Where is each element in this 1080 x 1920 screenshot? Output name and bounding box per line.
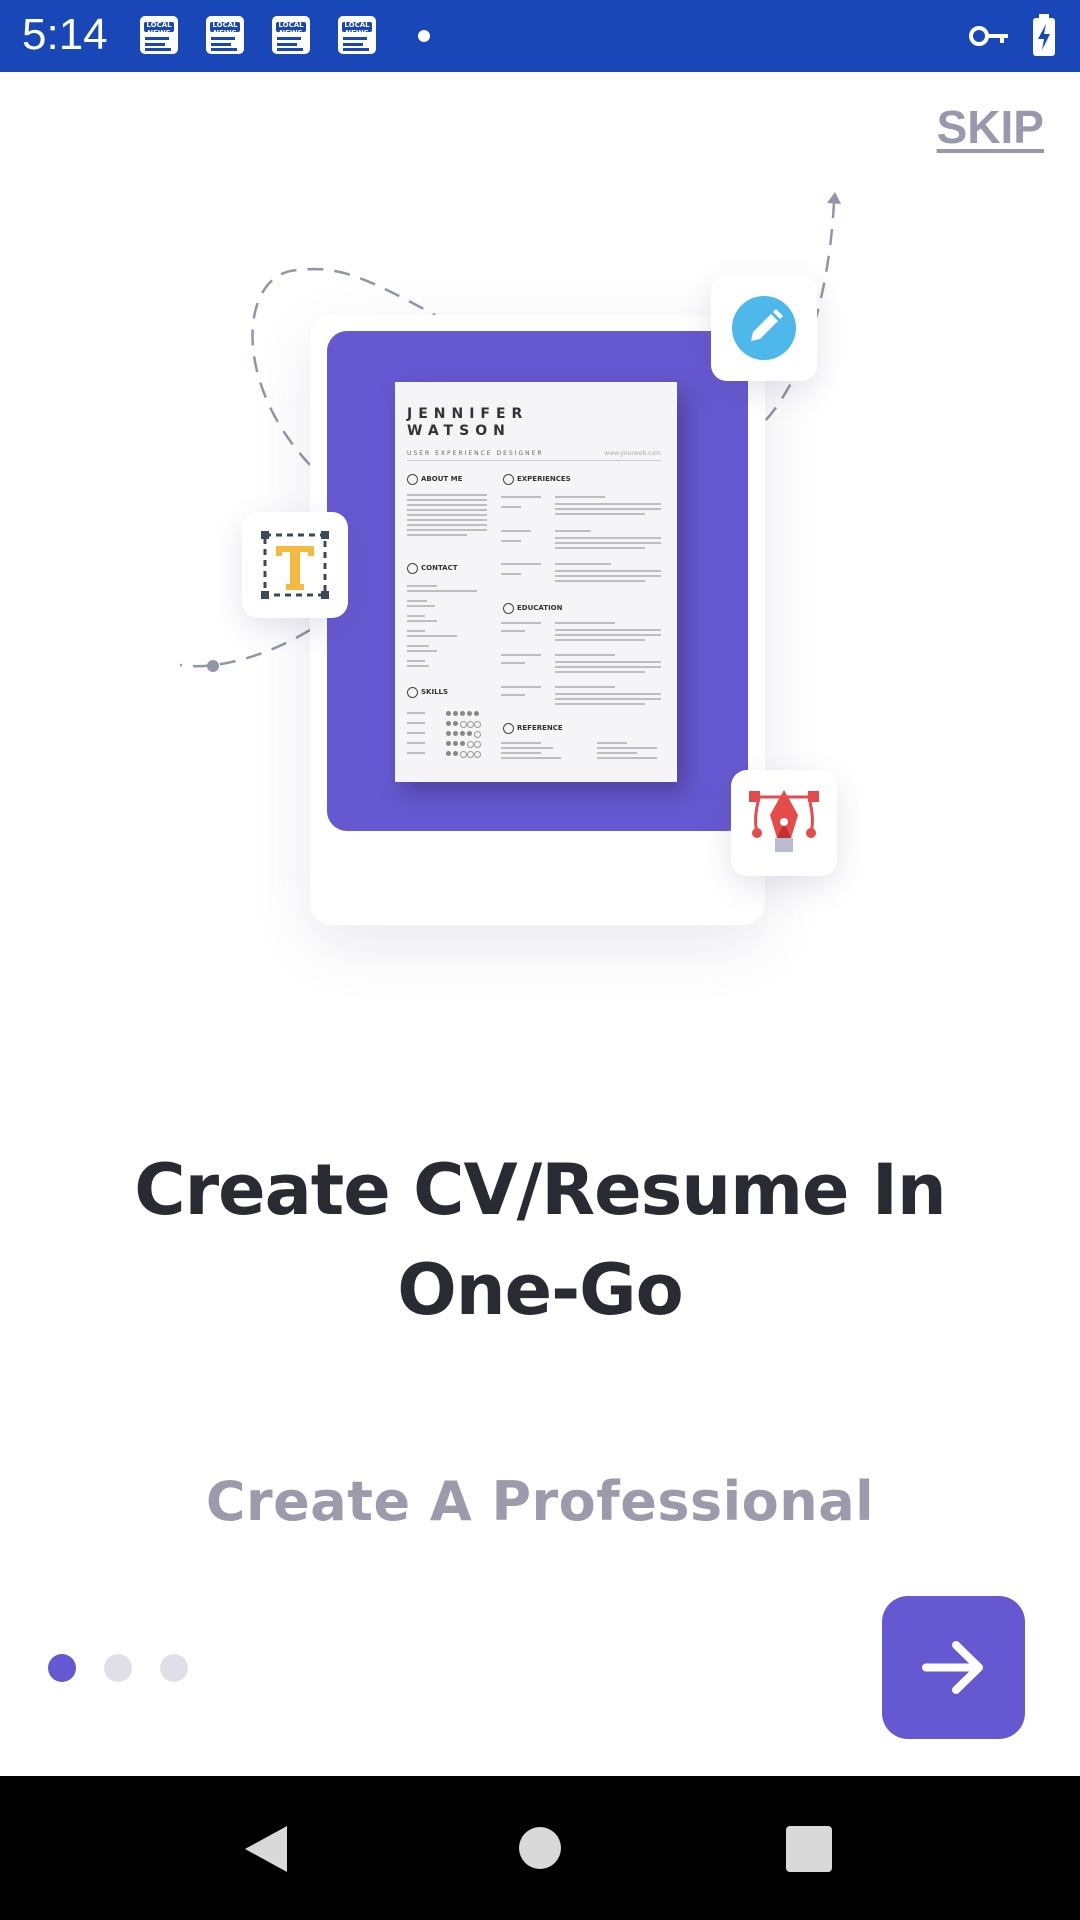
local-news-label: LOCAL NEWS [344, 21, 370, 37]
pen-tool-icon [749, 790, 819, 852]
local-news-label: LOCAL NEWS [146, 21, 172, 37]
arrow-right-icon [922, 1641, 983, 1694]
more-notifications-dot [418, 30, 430, 42]
skip-button[interactable]: SKIP [937, 100, 1044, 154]
resume-name: JENNIFER WATSON [407, 406, 528, 440]
resume-section-experiences: EXPERIENCES [517, 475, 571, 483]
local-news-icon: LOCAL NEWS [338, 16, 376, 54]
resume-website: www.yourweb.com [604, 450, 661, 457]
text-tool-card [242, 512, 348, 618]
system-nav-bar [0, 1776, 1080, 1920]
battery-charging-icon [1033, 14, 1055, 56]
local-news-icon: LOCAL NEWS [272, 16, 310, 54]
status-time: 5:14 [22, 10, 108, 59]
resume-preview: JENNIFER WATSON USER EXPERIENCE DESIGNER… [395, 382, 677, 782]
edit-pencil-icon [732, 296, 796, 360]
home-icon[interactable] [518, 1826, 562, 1870]
next-button[interactable] [882, 1596, 1025, 1739]
local-news-label: LOCAL NEWS [212, 21, 238, 37]
page-indicator-1 [48, 1654, 76, 1682]
recents-icon[interactable] [786, 1826, 832, 1872]
onboarding-illustration: JENNIFER WATSON USER EXPERIENCE DESIGNER… [150, 180, 930, 960]
text-tool-icon [261, 531, 329, 599]
onboarding-subtitle: Create A Professional [205, 1470, 875, 1533]
resume-section-skills: SKILLS [421, 688, 449, 696]
local-news-icon: LOCAL NEWS [140, 16, 178, 54]
status-bar: 5:14 LOCAL NEWS LOCAL NEWS LOCAL NEWS LO… [0, 0, 1080, 72]
resume-last-name: WATSON [407, 423, 511, 439]
resume-first-name: JENNIFER [407, 406, 529, 422]
resume-section-about: ABOUT ME [421, 475, 463, 483]
page-indicator-2 [104, 1654, 132, 1682]
pen-tool-card [731, 770, 837, 876]
local-news-icon: LOCAL NEWS [206, 16, 244, 54]
vpn-key-icon [969, 26, 1008, 46]
local-news-label: LOCAL NEWS [278, 21, 304, 37]
resume-section-contact: CONTACT [421, 564, 458, 572]
resume-role: USER EXPERIENCE DESIGNER [407, 450, 544, 457]
resume-section-education: EDUCATION [517, 604, 563, 612]
page-indicator-3 [160, 1654, 188, 1682]
resume-section-reference: REFERENCE [517, 724, 563, 732]
back-icon[interactable] [243, 1824, 289, 1874]
onboarding-title: Create CV/Resume In One-Go [134, 1149, 947, 1331]
edit-card [711, 275, 817, 381]
